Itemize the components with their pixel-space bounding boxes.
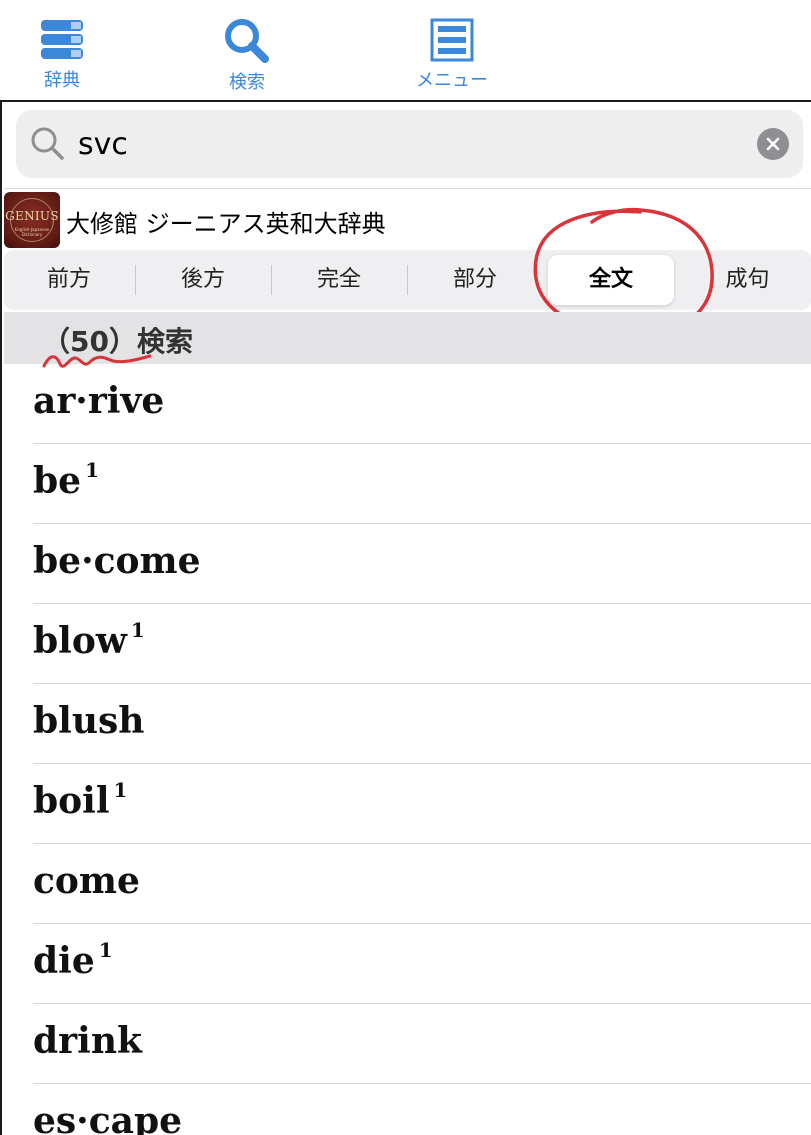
- list-item[interactable]: die 1: [4, 924, 811, 1004]
- magnifier-icon: [225, 19, 269, 63]
- tab-partial-match[interactable]: 部分: [410, 250, 540, 310]
- dictionary-tab-label: 辞典: [44, 70, 80, 91]
- list-item[interactable]: es·cape: [4, 1084, 811, 1135]
- results-list: ar·rive be 1 be·come blow 1 blush boil 1 co…: [4, 364, 811, 1135]
- search-mode-segmented-control: 前方 後方 完全 部分 全文 成句: [4, 250, 811, 310]
- headword: es·cape: [33, 1100, 183, 1135]
- search-tab-label: 検索: [229, 72, 265, 93]
- menu-tab-label: メニュー: [416, 70, 488, 91]
- tab-idiom[interactable]: 成句: [684, 250, 811, 310]
- headword: be 1: [33, 458, 99, 502]
- list-item[interactable]: blow 1: [4, 604, 811, 684]
- headword: blush: [33, 700, 145, 742]
- search-tab-button[interactable]: 検索: [192, 18, 302, 94]
- clear-search-icon[interactable]: [757, 128, 789, 160]
- headword: die 1: [33, 938, 113, 982]
- list-item[interactable]: blush: [4, 684, 811, 764]
- result-count-header: （50）検索: [4, 312, 811, 364]
- list-item[interactable]: come: [4, 844, 811, 924]
- tab-full-text[interactable]: 全文: [548, 255, 674, 305]
- books-icon: [41, 20, 83, 59]
- dictionary-selector[interactable]: GENIUS English-Japanese Dictionary 大修館 ジ…: [4, 192, 811, 248]
- search-bar: [16, 110, 803, 178]
- headword: come: [33, 860, 140, 902]
- dictionary-tab-button[interactable]: 辞典: [7, 18, 117, 92]
- tab-forward-match[interactable]: 前方: [4, 250, 134, 310]
- headword: be·come: [33, 540, 201, 582]
- headword: ar·rive: [33, 380, 165, 422]
- segment-divider: [407, 265, 408, 295]
- tab-exact-match[interactable]: 完全: [274, 250, 404, 310]
- dictionary-name: 大修館 ジーニアス英和大辞典: [66, 210, 386, 238]
- list-item[interactable]: ar·rive: [4, 364, 811, 444]
- search-icon: [31, 127, 64, 160]
- result-count: （50）検索: [42, 325, 193, 358]
- list-item[interactable]: be 1: [4, 444, 811, 524]
- list-item[interactable]: drink: [4, 1004, 811, 1084]
- top-toolbar: 辞典 検索 メニュー: [0, 0, 811, 100]
- separator: [4, 188, 811, 189]
- list-item[interactable]: be·come: [4, 524, 811, 604]
- headword: drink: [33, 1020, 142, 1062]
- headword: blow 1: [33, 618, 145, 662]
- search-input[interactable]: [78, 122, 738, 166]
- headword: boil 1: [33, 778, 128, 822]
- menu-list-icon: [430, 18, 474, 62]
- segment-divider: [271, 265, 272, 295]
- list-item[interactable]: boil 1: [4, 764, 811, 844]
- tab-backward-match[interactable]: 後方: [138, 250, 268, 310]
- menu-tab-button[interactable]: メニュー: [397, 18, 507, 92]
- segment-divider: [135, 265, 136, 295]
- genius-logo-icon: GENIUS English-Japanese Dictionary: [4, 192, 60, 248]
